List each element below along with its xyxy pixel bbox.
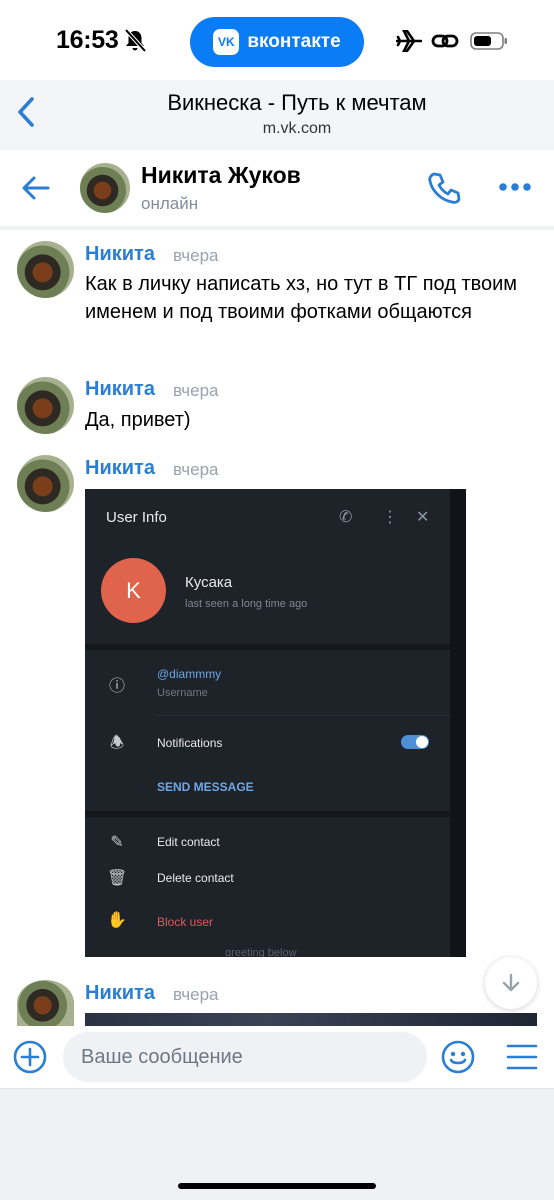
tg-delete-contact: Delete contact xyxy=(157,871,234,885)
browser-title: Викнеска - Путь к мечтам xyxy=(167,90,427,115)
status-bar: 16:53 VK вконтакте xyxy=(0,0,554,80)
home-indicator[interactable] xyxy=(178,1183,376,1189)
browser-back-icon[interactable] xyxy=(12,94,42,130)
tg-pencil-icon: ✎ xyxy=(110,834,124,851)
tg-contact-name: Кусака xyxy=(185,574,233,591)
tg-block-user: Block user xyxy=(157,915,214,929)
tg-username-label: Username xyxy=(157,687,208,699)
tg-row-divider xyxy=(155,715,450,716)
message-avatar[interactable] xyxy=(17,241,74,298)
browser-url: m.vk.com xyxy=(262,120,332,137)
tg-username: @diammmy xyxy=(157,667,222,681)
tg-notifications-label: Notifications xyxy=(157,736,223,750)
chat-header: Никита Жуков онлайн xyxy=(0,150,554,230)
tg-notifications-toggle xyxy=(401,735,429,749)
vk-logo-icon: VK xyxy=(213,29,240,55)
tg-info-icon: ⓘ xyxy=(108,678,125,695)
message-author[interactable]: Никита xyxy=(85,243,155,266)
screenshot-attachment[interactable]: User Info ✆ ⋮ ✕ K Кусака last seen a lon… xyxy=(85,489,466,957)
battery-icon xyxy=(470,32,507,50)
tg-divider xyxy=(85,811,450,817)
message-author[interactable]: Никита xyxy=(85,378,155,401)
tg-last-seen: last seen a long time ago xyxy=(185,598,308,610)
tg-panel-title: User Info xyxy=(106,509,167,526)
message-avatar[interactable] xyxy=(17,455,74,512)
tg-send-message: SEND MESSAGE xyxy=(157,780,254,794)
tg-bell-icon: 🕭 xyxy=(109,735,125,752)
tg-trash-icon: 🗑 xyxy=(107,870,128,887)
emoji-icon[interactable] xyxy=(441,1040,475,1074)
link-icon xyxy=(431,34,459,48)
message-author[interactable]: Никита xyxy=(85,457,155,480)
tg-contact-avatar: K xyxy=(101,558,166,623)
scroll-down-button[interactable] xyxy=(485,957,537,1009)
message-avatar[interactable] xyxy=(17,377,74,434)
vk-app-pill[interactable]: VK вконтакте xyxy=(190,17,364,67)
tg-cut-text: greeting below xyxy=(225,947,297,957)
message-input[interactable] xyxy=(63,1032,427,1082)
tg-edit-contact: Edit contact xyxy=(157,835,220,849)
message-time: вчера xyxy=(173,246,219,265)
message-time: вчера xyxy=(173,381,219,400)
chat-contact-status: онлайн xyxy=(141,194,199,213)
add-attachment-icon[interactable] xyxy=(13,1040,47,1074)
chat-avatar[interactable] xyxy=(80,163,130,213)
bottom-safe-area xyxy=(0,1088,554,1200)
more-options-icon[interactable] xyxy=(498,182,532,192)
message-composer xyxy=(0,1026,554,1088)
message-time: вчера xyxy=(173,460,219,479)
message-text: Да, привет) xyxy=(85,409,191,431)
chat-contact-name[interactable]: Никита Жуков xyxy=(141,162,301,189)
tg-hand-stop-icon: ✋ xyxy=(107,912,127,929)
back-arrow-icon[interactable] xyxy=(20,172,52,204)
tg-close-icon: ✕ xyxy=(416,509,430,526)
message-time: вчера xyxy=(173,985,219,1004)
tg-phone-icon: ✆ xyxy=(339,509,353,526)
status-time: 16:53 xyxy=(56,26,119,54)
browser-header: Викнеска - Путь к мечтам m.vk.com xyxy=(0,80,554,150)
bell-off-icon xyxy=(124,29,146,53)
arrow-down-icon xyxy=(502,973,520,992)
message-text: Как в личку написать хз, но тут в ТГ под… xyxy=(85,273,518,323)
message-avatar[interactable] xyxy=(17,980,74,1026)
tg-divider xyxy=(85,644,450,650)
tg-more-icon: ⋮ xyxy=(382,509,398,526)
attachment-edge xyxy=(450,489,466,957)
phone-call-icon[interactable] xyxy=(426,170,462,206)
airplane-icon xyxy=(396,30,422,52)
menu-lines-icon[interactable] xyxy=(505,1043,539,1071)
message-author[interactable]: Никита xyxy=(85,982,155,1005)
vk-pill-label: вконтакте xyxy=(247,31,341,52)
